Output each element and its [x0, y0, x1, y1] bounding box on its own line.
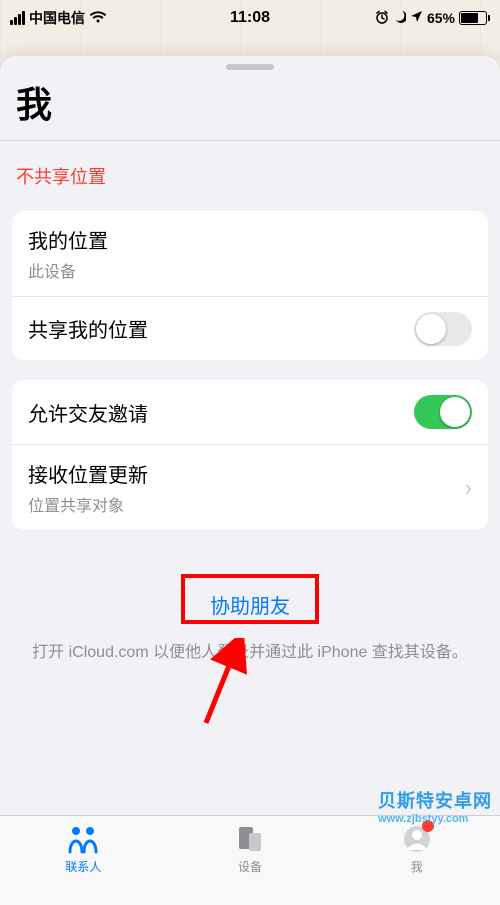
me-icon [402, 822, 432, 856]
allow-friend-label: 允许交友邀请 [28, 398, 148, 427]
status-right: 65% [375, 10, 490, 27]
location-icon [410, 10, 423, 26]
tab-devices-label: 设备 [238, 858, 262, 875]
tab-people[interactable]: 联系人 [23, 822, 143, 875]
tab-devices[interactable]: 设备 [190, 822, 310, 875]
chevron-right-icon: › [465, 475, 472, 501]
battery-icon [459, 11, 490, 25]
me-sheet: 我 不共享位置 我的位置 此设备 共享我的位置 允许交友邀请 接收位置更新 位置… [0, 56, 500, 905]
help-friend-description: 打开 iCloud.com 以便他人登录并通过此 iPhone 查找其设备。 [24, 641, 476, 665]
tab-bar: 联系人 设备 我 [0, 815, 500, 905]
allow-friend-invite-cell: 允许交友邀请 [12, 380, 488, 444]
tab-me[interactable]: 我 [357, 822, 477, 875]
alarm-icon [375, 10, 389, 27]
my-location-cell[interactable]: 我的位置 此设备 [12, 211, 488, 296]
receive-updates-sub: 位置共享对象 [28, 492, 148, 516]
status-bar: 中国电信 11:08 65% [0, 0, 500, 36]
my-location-label: 我的位置 [28, 225, 108, 254]
help-friend-link[interactable]: 协助朋友 [200, 586, 300, 623]
tab-people-label: 联系人 [65, 858, 101, 875]
location-group: 我的位置 此设备 共享我的位置 [12, 211, 488, 360]
share-location-toggle[interactable] [414, 312, 472, 346]
receive-updates-label: 接收位置更新 [28, 459, 148, 488]
clock: 11:08 [230, 9, 270, 27]
friend-group: 允许交友邀请 接收位置更新 位置共享对象 › [12, 380, 488, 530]
signal-icon [10, 11, 25, 25]
share-my-location-cell: 共享我的位置 [12, 296, 488, 360]
receive-updates-cell[interactable]: 接收位置更新 位置共享对象 › [12, 444, 488, 530]
carrier-label: 中国电信 [29, 8, 85, 28]
badge-dot [422, 820, 434, 832]
people-icon [64, 822, 102, 856]
help-friend-section: 协助朋友 打开 iCloud.com 以便他人登录并通过此 iPhone 查找其… [0, 550, 500, 665]
my-location-sub: 此设备 [28, 258, 108, 282]
share-location-label: 共享我的位置 [28, 314, 148, 343]
status-left: 中国电信 [10, 8, 107, 28]
wifi-icon [89, 10, 107, 27]
do-not-disturb-icon [393, 10, 406, 26]
battery-percentage: 65% [427, 10, 455, 26]
allow-friend-toggle[interactable] [414, 395, 472, 429]
page-title: 我 [0, 70, 500, 140]
devices-icon [235, 822, 265, 856]
not-sharing-warning[interactable]: 不共享位置 [0, 141, 500, 211]
tab-me-label: 我 [411, 858, 423, 875]
